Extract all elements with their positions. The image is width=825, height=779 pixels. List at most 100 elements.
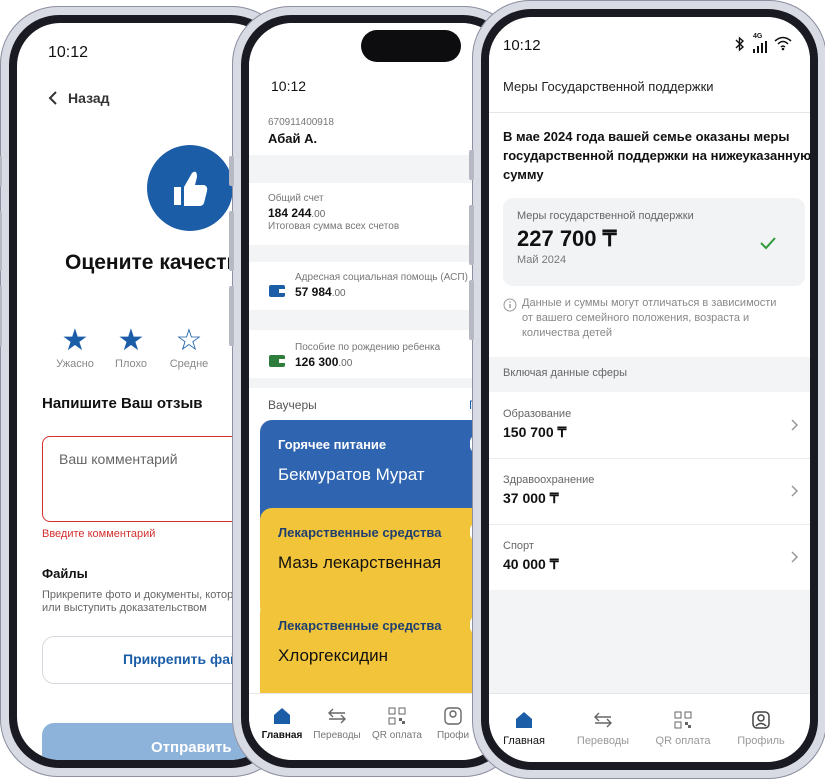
nav-item-qr[interactable]: QR оплата [649,710,717,747]
nav-item-profile[interactable]: Профи [433,706,473,741]
files-hint: Прикрепите фото и документы, котор [42,589,234,601]
nav-item-transfers[interactable]: Переводы [309,706,365,741]
qr-code-icon [674,711,692,729]
total-label: Общий счет [268,193,324,204]
total-amount: 184 244.00 [268,206,326,220]
nav-label: Переводы [313,730,361,741]
summary-label: Меры государственной поддержки [517,210,694,222]
side-button [469,205,474,265]
dynamic-island [361,30,461,62]
home-icon [274,708,290,724]
phone-support-screen: 10:12 4G Меры Государственной поддержки … [469,0,825,779]
voucher-name: Хлоргексидин [278,646,389,665]
back-button[interactable]: Назад [48,90,110,106]
star-outline-icon: ☆ [175,324,203,357]
voucher-category: Горячее питание [278,437,387,452]
star-filled-icon: ★ [117,324,145,357]
bottom-nav: Главная Переводы QR оплата Профиль [489,693,810,762]
sphere-item[interactable]: Здравоохранение 37 000 ₸ [489,458,810,525]
vouchers-heading: Ваучеры [268,398,317,412]
sphere-amount: 40 000 ₸ [503,556,559,572]
rating-label: Ужасно [56,358,94,370]
sphere-amount: 150 700 ₸ [503,424,567,440]
attach-label: Прикрепить фай [123,651,239,667]
voucher-category: Лекарственные средства [278,618,442,633]
account-header: 10:12 670911400918 Абай А. [249,23,505,155]
vouchers-section: Ваучеры П Горячее питание Бекмуратов Мур… [249,388,505,711]
side-button [469,280,474,340]
checkmark-icon [760,237,776,250]
sphere-item[interactable]: Спорт 40 000 ₸ [489,524,810,590]
nav-item-home[interactable]: Главная [257,706,307,741]
nav-item-home[interactable]: Главная [493,710,555,747]
bluetooth-icon [735,36,745,52]
summary-section: В мае 2024 года вашей семье оказаны меры… [489,113,810,357]
account-label: Пособие по рождению ребенка [295,342,441,353]
status-time: 10:12 [503,37,541,54]
rating-option[interactable]: ★ Ужасно [55,323,95,370]
side-button [0,156,2,186]
account-label: Адресная социальная помощь (АСП) [295,272,468,283]
disclaimer-note: Данные и суммы могут отличаться в зависи… [522,297,777,339]
wallet-icon [269,355,285,367]
comment-placeholder: Ваш комментарий [59,451,178,467]
nav-item-qr[interactable]: QR оплата [369,706,425,741]
voucher-category: Лекарственные средства [278,525,442,540]
chevron-right-icon [791,419,799,431]
network-type: 4G [753,33,763,40]
bottom-nav: Главная Переводы QR оплата Профи [249,693,505,760]
wifi-icon [774,36,792,51]
nav-label: Переводы [576,735,630,747]
chevron-right-icon [791,551,799,563]
top-bar: 10:12 4G Меры Государственной поддержки [489,17,810,113]
nav-label: QR оплата [655,735,711,747]
rating-label: Плохо [115,358,147,370]
profile-icon [752,711,770,729]
nav-label: Профиль [737,735,785,747]
nav-label: Главная [503,735,545,747]
section-label: Включая данные сферы [503,367,628,379]
transfer-arrows-icon [594,712,612,728]
thumbs-up-icon [147,145,233,231]
side-button [229,211,234,271]
rating-option[interactable]: ☆ Средне [167,323,211,370]
accounts-screen: 10:12 670911400918 Абай А. Общий счет 18… [249,23,505,760]
comment-error: Введите комментарий [42,528,156,540]
page-title: Оцените качество [65,251,253,274]
sphere-name: Образование [503,408,572,420]
chevron-left-icon [48,91,57,105]
account-number: 670911400918 [268,117,334,128]
status-time: 10:12 [48,44,89,61]
files-heading: Файлы [42,566,88,581]
nav-label: Профи [436,730,470,741]
account-item[interactable]: Адресная социальная помощь (АСП) 57 984.… [249,262,505,310]
nav-label: QR оплата [372,730,422,741]
page-title: Меры Государственной поддержки [503,79,714,94]
nav-item-transfers[interactable]: Переводы [571,710,635,747]
account-item[interactable]: Пособие по рождению ребенка 126 300.00 [249,330,505,378]
sphere-item[interactable]: Образование 150 700 ₸ [489,392,810,459]
transfer-arrows-icon [328,708,346,724]
rating-option[interactable]: ★ Плохо [109,323,153,370]
total-balance-card[interactable]: Общий счет 184 244.00 Итоговая сумма все… [249,183,505,245]
sphere-amount: 37 000 ₸ [503,490,559,506]
total-note: Итоговая сумма всех счетов [268,221,400,232]
nav-item-profile[interactable]: Профиль [729,710,793,747]
side-button [229,286,234,346]
back-label: Назад [68,90,110,106]
side-button [0,286,2,346]
status-time: 10:12 [271,78,307,94]
signal-icon [753,41,767,53]
side-button [0,211,2,271]
voucher-name: Мазь лекарственная [278,553,442,572]
side-button [229,156,234,186]
home-icon [516,712,532,728]
summary-period: Май 2024 [517,254,567,266]
sphere-name: Здравоохранение [503,474,595,486]
summary-card: Меры государственной поддержки 227 700 ₸… [503,198,805,286]
intro-text: В мае 2024 года вашей семье оказаны меры… [503,129,810,182]
chevron-right-icon [791,485,799,497]
profile-icon [444,707,462,725]
submit-label: Отправить [151,739,232,756]
account-amount: 57 984.00 [295,285,346,299]
